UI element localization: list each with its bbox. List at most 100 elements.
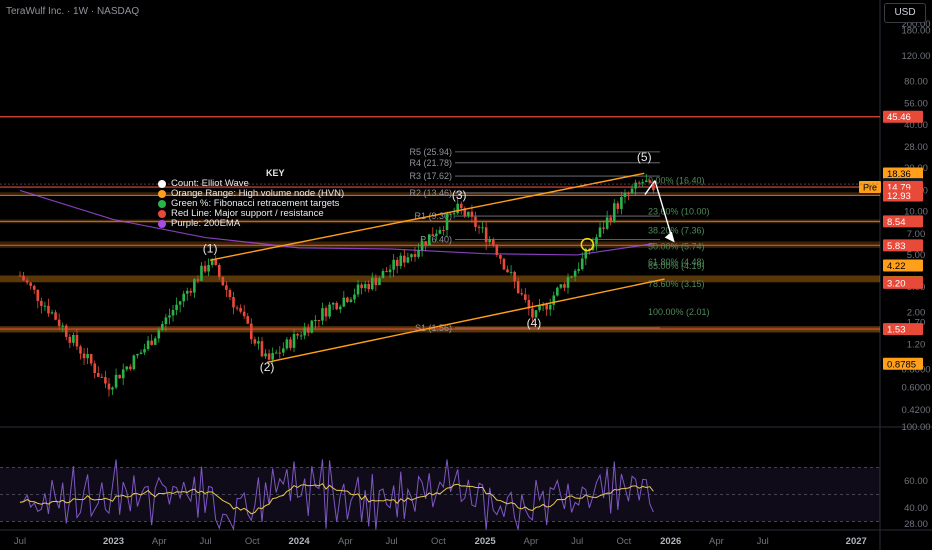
- candle: [260, 336, 264, 358]
- candle-body: [282, 348, 285, 353]
- candle-body: [363, 284, 367, 289]
- candle-body: [107, 383, 111, 390]
- price-tick-label: 56.00: [904, 99, 928, 110]
- candle-body: [467, 211, 470, 216]
- candle-body: [474, 216, 477, 227]
- candle: [502, 257, 506, 271]
- candle-body: [420, 241, 424, 251]
- candle-body: [200, 265, 203, 281]
- candle-body: [50, 312, 54, 314]
- candle-body: [499, 255, 502, 259]
- wave-label: (3): [452, 188, 467, 202]
- candle-body: [502, 258, 506, 270]
- rsi-tick-label: 60.00: [904, 476, 928, 487]
- candle-body: [153, 338, 157, 345]
- candle-body: [360, 284, 363, 289]
- price-tag-label: 3.20: [887, 278, 906, 289]
- candle-body: [54, 312, 57, 320]
- candle-body: [338, 306, 342, 310]
- pivot-label: R2 (13.46): [409, 188, 452, 198]
- candle-body: [285, 339, 289, 349]
- key-dot-icon: [158, 189, 166, 198]
- candle: [413, 247, 417, 262]
- price-tick-label: 5.00: [907, 250, 926, 261]
- candle: [306, 323, 310, 337]
- candle-body: [64, 325, 68, 337]
- candle-body: [438, 229, 442, 234]
- candle-body: [114, 374, 118, 388]
- price-tag-label: 1.53: [887, 325, 906, 336]
- candle-body: [278, 352, 282, 354]
- candle: [641, 179, 645, 188]
- candle-body: [620, 197, 623, 209]
- candle: [292, 329, 296, 353]
- candle: [356, 279, 360, 298]
- candle: [264, 349, 267, 359]
- price-tick-label: 1.20: [907, 339, 926, 350]
- hvn-zone: [0, 275, 880, 283]
- candle-body: [146, 340, 150, 350]
- candle-body: [225, 285, 228, 290]
- candle: [111, 386, 114, 396]
- candle: [548, 298, 552, 316]
- candle-body: [491, 239, 495, 246]
- candle-body: [96, 373, 100, 377]
- candle: [18, 271, 22, 277]
- candle: [335, 301, 339, 311]
- time-tick-label: Oct: [431, 536, 446, 547]
- candle-body: [132, 355, 136, 370]
- candle: [253, 336, 257, 347]
- candle: [481, 221, 484, 233]
- candle: [118, 374, 121, 379]
- candle-body: [314, 320, 317, 322]
- candle: [296, 332, 299, 340]
- price-tick-label: 0.4200: [901, 405, 930, 416]
- candle-body: [395, 259, 399, 267]
- candle-body: [299, 335, 303, 337]
- candle-body: [32, 285, 36, 290]
- time-tick-label: Jul: [199, 536, 211, 547]
- price-tag: 0.8785: [883, 357, 923, 370]
- candle: [189, 288, 193, 297]
- candle: [86, 347, 89, 365]
- candle-body: [104, 377, 107, 384]
- candle: [129, 363, 132, 371]
- candle: [79, 344, 82, 360]
- pivot-label: R3 (17.62): [409, 171, 452, 181]
- candle: [563, 281, 566, 292]
- candle-body: [520, 293, 524, 295]
- candle: [246, 313, 250, 325]
- candle-body: [150, 340, 153, 345]
- candle: [225, 281, 228, 298]
- candle: [395, 257, 399, 274]
- candle: [68, 333, 72, 349]
- candle: [72, 332, 75, 347]
- price-chart[interactable]: R5 (25.94)R4 (21.78) R3 (17.62) R2 (13.46)…: [0, 0, 932, 550]
- candle-body: [214, 259, 218, 265]
- candle-body: [459, 203, 463, 209]
- candle: [32, 284, 36, 295]
- candle: [346, 296, 349, 304]
- candle: [524, 288, 527, 303]
- candle-body: [175, 304, 178, 311]
- candle: [406, 252, 410, 264]
- candle: [506, 265, 509, 273]
- candle-body: [324, 308, 328, 317]
- currency-button[interactable]: USD: [884, 3, 926, 23]
- candle: [64, 323, 68, 341]
- rsi-tick-label: 100.00: [901, 422, 930, 433]
- candle-body: [335, 302, 339, 310]
- price-tag-label: 0.8785: [887, 359, 916, 370]
- candle: [121, 363, 125, 385]
- time-tick-label: Oct: [617, 536, 632, 547]
- candle: [527, 294, 531, 316]
- candle: [43, 301, 47, 312]
- candle-body: [445, 213, 449, 230]
- candle-body: [36, 289, 40, 301]
- candle-body: [630, 188, 634, 194]
- candle-body: [72, 334, 75, 343]
- candle-body: [18, 275, 22, 277]
- candle-body: [449, 213, 452, 215]
- candle: [175, 297, 178, 316]
- candle: [228, 288, 232, 301]
